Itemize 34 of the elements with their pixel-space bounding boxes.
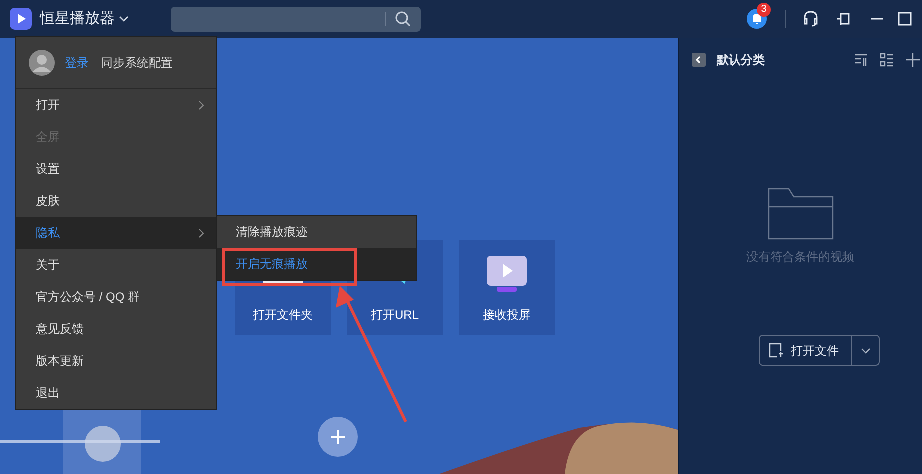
app-title[interactable]: 恒星播放器 — [40, 8, 115, 30]
menu-item[interactable]: 关于 — [16, 249, 216, 281]
add-button[interactable] — [318, 417, 358, 457]
play-logo-icon[interactable] — [10, 8, 32, 30]
plus-icon[interactable] — [906, 53, 920, 67]
menu-item[interactable]: 退出 — [16, 377, 216, 409]
search-field[interactable] — [171, 6, 421, 32]
empty-message: 没有符合条件的视频 — [746, 249, 854, 266]
menu-item[interactable]: 官方公众号 / QQ 群 — [16, 281, 216, 313]
menu-item[interactable]: 意见反馈 — [16, 313, 216, 345]
category-title: 默认分类 — [717, 52, 765, 69]
quick-action-tile[interactable]: 接收投屏 — [459, 240, 555, 335]
back-icon[interactable] — [692, 53, 706, 67]
caret-icon[interactable] — [119, 16, 129, 22]
notification-badge: 3 — [757, 3, 771, 17]
screen-play-icon — [487, 256, 527, 292]
plus-icon — [330, 429, 346, 445]
menu-item[interactable]: 皮肤 — [16, 185, 216, 217]
search-icon[interactable] — [395, 11, 411, 27]
maximize-icon[interactable] — [898, 12, 912, 26]
list-icon[interactable] — [880, 53, 894, 67]
chevron-down-icon — [860, 348, 870, 354]
sort-icon[interactable] — [854, 53, 868, 67]
headset-icon[interactable] — [802, 10, 820, 28]
menu-item[interactable]: 设置 — [16, 153, 216, 185]
sync-config-label: 同步系统配置 — [101, 54, 173, 72]
pin-icon[interactable] — [836, 11, 852, 27]
submenu-item[interactable]: 开启无痕播放 — [217, 248, 416, 280]
avatar-icon[interactable] — [29, 50, 55, 76]
menu-item[interactable]: 打开 — [16, 89, 216, 121]
menu-item[interactable]: 隐私 — [16, 217, 216, 249]
folder-icon — [768, 188, 834, 240]
add-file-icon — [769, 343, 783, 358]
menu-item[interactable]: 版本更新 — [16, 345, 216, 377]
